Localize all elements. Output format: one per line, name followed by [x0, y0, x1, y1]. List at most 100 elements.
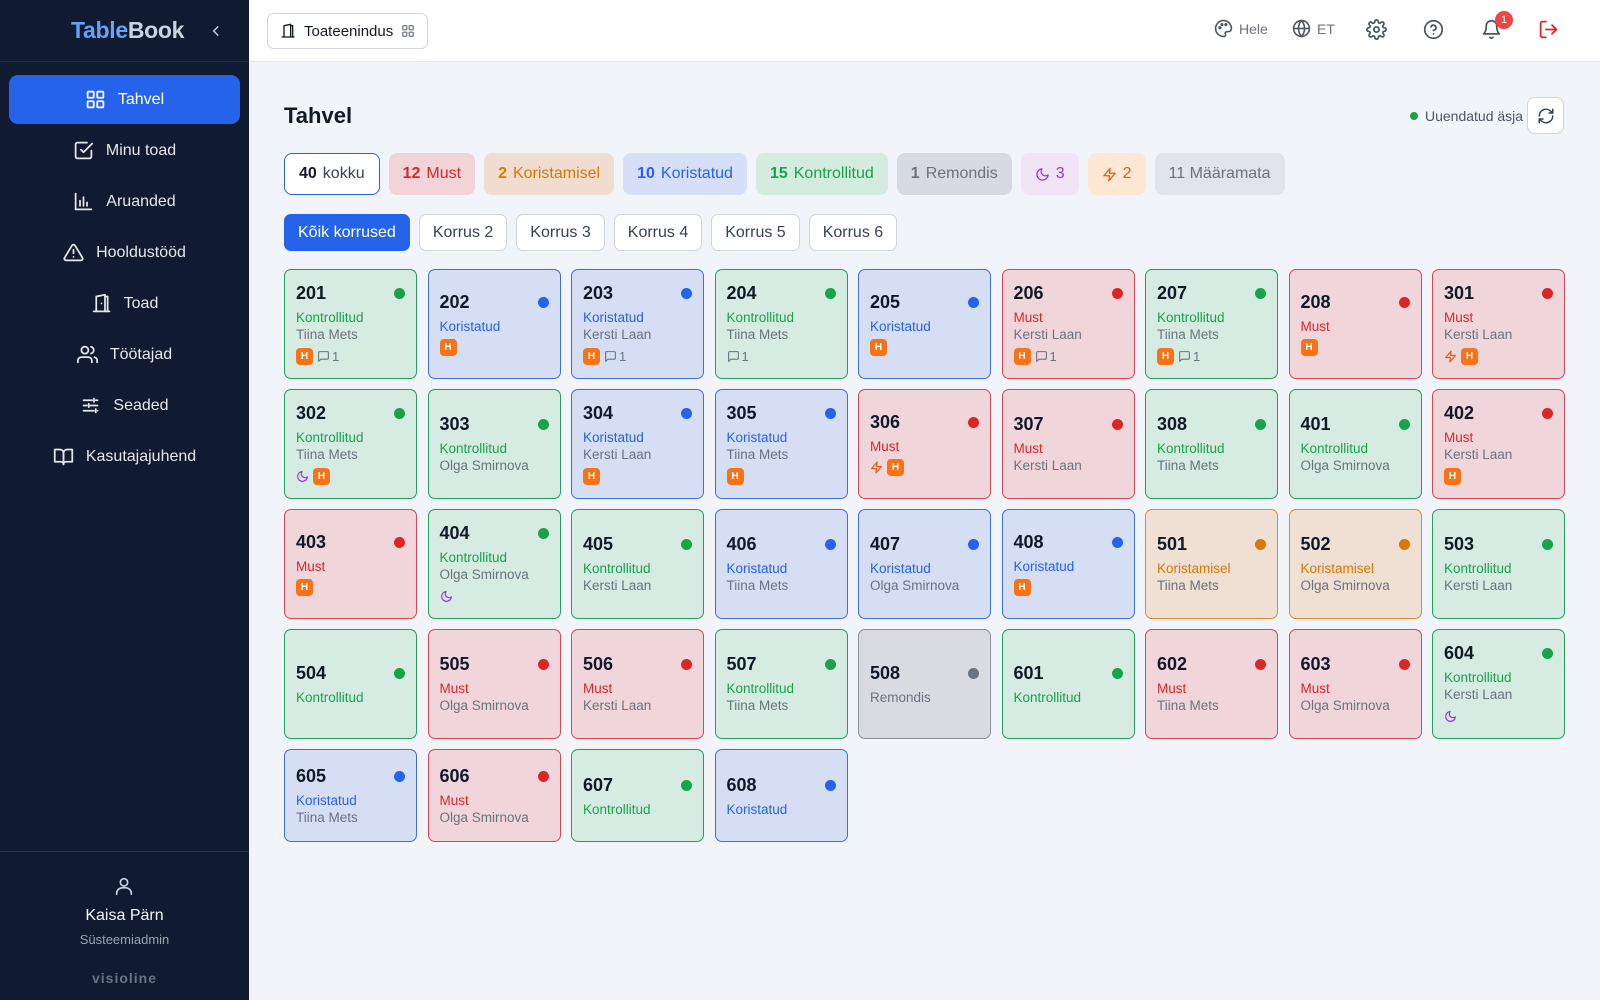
room-card[interactable]: 405 Kontrollitud Kersti Laan: [571, 509, 704, 619]
room-flags: H: [1444, 467, 1553, 486]
room-card[interactable]: 503 Kontrollitud Kersti Laan: [1432, 509, 1565, 619]
room-card[interactable]: 401 Kontrollitud Olga Smirnova: [1288, 389, 1422, 499]
theme-toggle[interactable]: Hele: [1214, 19, 1268, 38]
floor-tab-4[interactable]: Korrus 4: [613, 214, 703, 251]
door-icon: [92, 293, 110, 313]
sidebar-item-minu-toad[interactable]: Minu toad: [9, 126, 240, 175]
filter-unassigned[interactable]: 11 Määramata: [1154, 153, 1285, 195]
room-card[interactable]: 408 Koristatud H: [1001, 509, 1135, 619]
floor-tab-6[interactable]: Korrus 6: [808, 214, 898, 251]
notifications-button[interactable]: 1: [1481, 11, 1513, 40]
room-flags: [1444, 707, 1553, 726]
room-flags: H1: [583, 347, 692, 366]
room-card[interactable]: 203 Koristatud Kersti Laan H 1: [571, 269, 704, 379]
room-card[interactable]: 207 Kontrollitud Tiina Mets H 1: [1145, 269, 1278, 379]
room-card[interactable]: 404 Kontrollitud Olga Smirnova: [427, 509, 561, 619]
room-card[interactable]: 403 Must H: [284, 509, 417, 619]
room-card[interactable]: 402 Must Kersti Laan H: [1432, 389, 1565, 499]
filter-cleaning[interactable]: 2 Koristamisel: [484, 153, 615, 195]
room-card[interactable]: 606 Must Olga Smirnova: [427, 749, 561, 842]
cleaned-count: 10: [637, 165, 655, 182]
assigned-person: Kersti Laan: [1013, 327, 1082, 342]
filter-total[interactable]: 40 kokku: [284, 153, 380, 195]
assigned-person: Kersti Laan: [583, 698, 652, 713]
room-card[interactable]: 301 Must Kersti Laan H: [1432, 269, 1565, 379]
status-dot: [968, 417, 979, 428]
room-status: Kontrollitud: [296, 690, 364, 705]
room-card[interactable]: 508 Remondis: [858, 629, 991, 739]
comment-icon: [605, 351, 616, 362]
floor-tab-3[interactable]: Korrus 3: [516, 214, 605, 251]
room-status: Kontrollitud: [1300, 441, 1369, 456]
help-button[interactable]: [1423, 19, 1444, 40]
settings-button[interactable]: [1366, 19, 1387, 40]
room-card[interactable]: 201 Kontrollitud Tiina Mets H 1: [284, 269, 417, 379]
building-icon: [281, 23, 295, 38]
room-card[interactable]: 204 Kontrollitud Tiina Mets 1: [714, 269, 848, 379]
room-number: 504: [296, 663, 327, 683]
room-card[interactable]: 208 Must H: [1288, 269, 1422, 379]
floor-tab-5[interactable]: Korrus 5: [711, 214, 800, 251]
refresh-button[interactable]: [1527, 97, 1564, 134]
status-dot: [1398, 659, 1410, 670]
room-card[interactable]: 406 Koristatud Tiina Mets: [714, 509, 848, 619]
room-card[interactable]: 601 Kontrollitud: [1001, 629, 1135, 739]
language-toggle[interactable]: ET: [1292, 19, 1335, 38]
room-card[interactable]: 206 Must Kersti Laan H 1: [1001, 269, 1135, 379]
filter-cleaned[interactable]: 10 Koristatud: [623, 153, 747, 195]
status-dot: [394, 288, 405, 299]
room-number: 308: [1157, 414, 1188, 434]
room-card[interactable]: 305 Koristatud Tiina Mets H: [714, 389, 848, 499]
room-status: Koristatud: [726, 430, 788, 445]
room-card[interactable]: 501 Koristamisel Tiina Mets: [1145, 509, 1278, 619]
room-card[interactable]: 307 Must Kersti Laan: [1001, 389, 1135, 499]
status-dot: [824, 288, 836, 299]
room-card[interactable]: 303 Kontrollitud Olga Smirnova: [427, 389, 561, 499]
room-card[interactable]: 308 Kontrollitud Tiina Mets: [1145, 389, 1278, 499]
room-flags: [440, 587, 549, 606]
department-selector[interactable]: Toateenindus: [267, 13, 429, 49]
status-dot: [681, 539, 692, 550]
room-card[interactable]: 507 Kontrollitud Tiina Mets: [714, 629, 848, 739]
sidebar-item-tahvel[interactable]: Tahvel: [9, 75, 240, 124]
filter-night[interactable]: 3: [1020, 153, 1079, 195]
room-card[interactable]: 302 Kontrollitud Tiina Mets H: [284, 389, 417, 499]
assigned-person: Kersti Laan: [1013, 458, 1082, 473]
filter-dirty[interactable]: 12 Must: [388, 153, 476, 195]
room-card[interactable]: 506 Must Kersti Laan: [571, 629, 704, 739]
sidebar-item-toad[interactable]: Toad: [9, 279, 240, 328]
room-card[interactable]: 602 Must Tiina Mets: [1145, 629, 1278, 739]
sidebar-item-seaded[interactable]: Seaded: [9, 381, 240, 430]
h-badge: H: [1157, 348, 1174, 365]
sidebar-item-tootajad[interactable]: Töötajad: [9, 330, 240, 379]
sidebar-item-kasutajajuhend[interactable]: Kasutajajuhend: [9, 432, 240, 481]
room-card[interactable]: 407 Koristatud Olga Smirnova: [858, 509, 991, 619]
moon-icon: [297, 471, 308, 482]
room-card[interactable]: 607 Kontrollitud: [571, 749, 704, 842]
floor-tab-2[interactable]: Korrus 2: [418, 214, 508, 251]
room-card[interactable]: 202 Koristatud H: [427, 269, 561, 379]
room-card[interactable]: 306 Must H: [858, 389, 991, 499]
sidebar-item-aruanded[interactable]: Aruanded: [9, 177, 240, 226]
book-icon: [53, 448, 73, 466]
room-card[interactable]: 304 Koristatud Kersti Laan H: [571, 389, 704, 499]
filter-urgent[interactable]: 2: [1087, 153, 1146, 195]
sidebar-item-hooldustood[interactable]: Hooldustööd: [9, 228, 240, 277]
users-icon: [76, 345, 98, 364]
night-count: 3: [1055, 165, 1065, 182]
room-card[interactable]: 605 Koristatud Tiina Mets: [284, 749, 417, 842]
room-card[interactable]: 505 Must Olga Smirnova: [427, 629, 561, 739]
room-flags: H: [1444, 347, 1553, 366]
filter-checked[interactable]: 15 Kontrollitud: [755, 153, 888, 195]
room-card[interactable]: 608 Koristatud: [714, 749, 848, 842]
room-card[interactable]: 604 Kontrollitud Kersti Laan: [1432, 629, 1565, 739]
room-card[interactable]: 502 Koristamisel Olga Smirnova: [1288, 509, 1422, 619]
logout-button[interactable]: [1538, 19, 1559, 40]
collapse-sidebar-button[interactable]: [205, 19, 227, 43]
room-card[interactable]: 205 Koristatud H: [858, 269, 991, 379]
room-card[interactable]: 603 Must Olga Smirnova: [1288, 629, 1422, 739]
floor-tab-all[interactable]: Kõik korrused: [284, 214, 410, 251]
room-card[interactable]: 504 Kontrollitud: [284, 629, 417, 739]
filter-repair[interactable]: 1 Remondis: [896, 153, 1012, 195]
theme-label: Hele: [1239, 20, 1268, 37]
